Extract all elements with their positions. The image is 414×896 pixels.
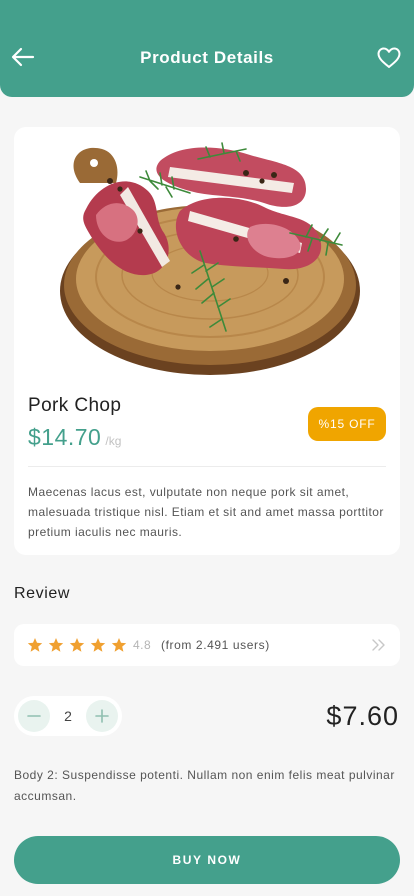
discount-badge: %15 OFF (308, 407, 386, 441)
star-icon (111, 638, 127, 652)
star-icon (69, 638, 85, 652)
price-unit: /kg (105, 434, 122, 448)
price-row: $14.70 /kg (28, 424, 121, 451)
quantity-stepper: 2 (14, 696, 122, 736)
page-title: Product Details (140, 48, 274, 67)
product-name: Pork Chop (28, 395, 122, 416)
star-icon (90, 638, 106, 652)
star-icon (48, 638, 64, 652)
app-header: Product Details (0, 0, 414, 97)
product-image (60, 142, 360, 375)
divider (28, 466, 386, 467)
body-text: Body 2: Suspendisse potenti. Nullam non … (14, 768, 395, 803)
product-description: Maecenas lacus est, vulputate non neque … (28, 485, 384, 539)
product-price: $14.70 (28, 424, 102, 450)
plus-icon (95, 709, 109, 723)
rating-value: 4.8 (133, 638, 152, 652)
increase-quantity-button[interactable] (86, 700, 118, 732)
product-card: Pork Chop $14.70 /kg %15 OFF Maecenas la… (14, 127, 400, 555)
total-price: $7.60 (326, 701, 399, 731)
review-heading: Review (14, 585, 71, 602)
star-rating (27, 637, 132, 653)
star-icon (27, 638, 43, 652)
buy-now-button[interactable]: BUY NOW (14, 836, 400, 884)
rating-count: (from 2.491 users) (161, 638, 270, 652)
heart-icon[interactable] (376, 45, 402, 71)
double-chevron-right-icon[interactable] (371, 638, 387, 652)
review-summary[interactable]: 4.8 (from 2.491 users) (14, 624, 400, 666)
